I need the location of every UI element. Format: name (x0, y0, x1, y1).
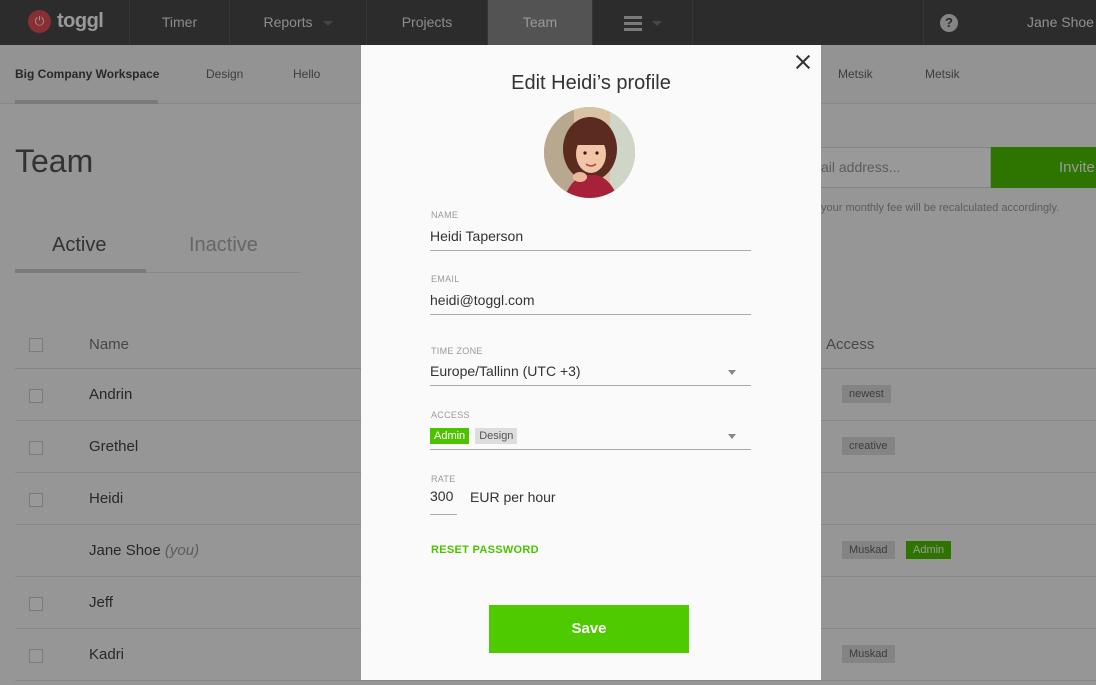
timezone-label: TIME ZONE (431, 346, 483, 356)
close-icon[interactable] (794, 53, 812, 71)
access-select[interactable]: Admin Design (430, 424, 751, 450)
chevron-down-icon (728, 434, 736, 439)
avatar-photo (544, 107, 635, 198)
rate-unit: EUR per hour (470, 489, 556, 505)
save-button[interactable]: Save (489, 605, 689, 653)
timezone-select[interactable]: Europe/Tallinn (UTC +3) (430, 360, 751, 386)
email-field[interactable]: heidi@toggl.com (430, 289, 751, 315)
modal-title: Edit Heidi’s profile (511, 72, 671, 94)
name-label: NAME (431, 210, 459, 220)
chevron-down-icon (728, 370, 736, 375)
avatar[interactable] (544, 107, 635, 198)
access-label: ACCESS (431, 410, 470, 420)
rate-input[interactable]: 300 (430, 488, 457, 515)
rate-label: RATE (431, 474, 456, 484)
access-tag-admin: Admin (430, 428, 470, 445)
edit-profile-modal: Edit Heidi’s profile NAME Heidi Taperson… (361, 45, 821, 680)
access-tag-design: Design (475, 428, 518, 445)
email-label: EMAIL (431, 274, 460, 284)
reset-password-link[interactable]: RESET PASSWORD (431, 544, 539, 556)
name-field[interactable]: Heidi Taperson (430, 225, 751, 251)
timezone-value: Europe/Tallinn (UTC +3) (430, 363, 581, 379)
